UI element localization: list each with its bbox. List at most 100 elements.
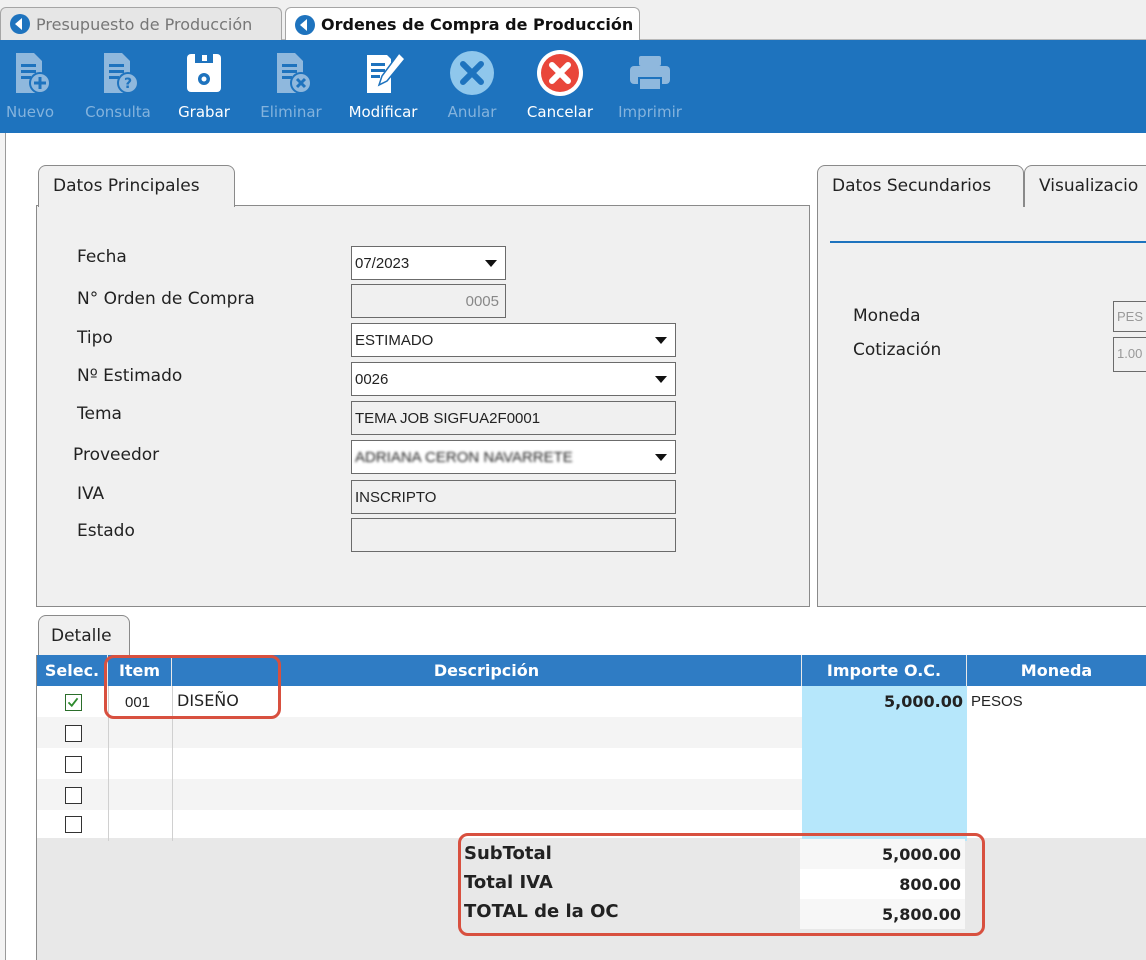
modificar-edit-icon <box>367 51 407 93</box>
chevron-down-icon <box>655 454 667 461</box>
orden-compra-label: N° Orden de Compra <box>77 289 255 309</box>
importe-cell[interactable] <box>802 748 967 779</box>
estado-field[interactable] <box>351 518 676 552</box>
iva-label: IVA <box>77 484 105 504</box>
consulta-button[interactable]: ? Consulta <box>78 40 158 133</box>
tema-label: Tema <box>77 404 122 424</box>
tab-label: Presupuesto de Producción <box>36 14 253 34</box>
importe-cell[interactable]: 5,000.00 <box>802 686 967 717</box>
descripcion-cell[interactable] <box>172 748 802 779</box>
estado-label: Estado <box>77 521 135 541</box>
tab-datos-secundarios[interactable]: Datos Secundarios <box>817 165 1024 207</box>
cancelar-button[interactable]: Cancelar <box>518 40 602 133</box>
tab-label: Datos Secundarios <box>832 176 992 196</box>
moneda-cell[interactable] <box>967 717 1146 748</box>
estimado-label: Nº Estimado <box>77 366 183 386</box>
tipo-label: Tipo <box>77 328 113 348</box>
importe-cell[interactable] <box>802 717 967 748</box>
highlight-item-descripcion <box>104 655 281 719</box>
module-tab-icon <box>295 14 315 35</box>
cancelar-label: Cancelar <box>526 103 594 121</box>
moneda-cell[interactable]: PESOS <box>967 686 1146 717</box>
estimado-value: 0026 <box>355 371 389 388</box>
modificar-label: Modificar <box>348 103 418 121</box>
anular-x-icon <box>450 51 494 95</box>
moneda-cell[interactable] <box>967 779 1146 810</box>
highlight-totals <box>458 833 985 936</box>
col-header-selec[interactable]: Selec. <box>37 655 108 686</box>
item-cell[interactable] <box>108 779 172 810</box>
fecha-dropdown[interactable]: 07/2023 <box>351 246 506 280</box>
item-cell[interactable] <box>108 717 172 748</box>
chevron-down-icon <box>655 337 667 344</box>
imprimir-button[interactable]: Imprimir <box>612 40 688 133</box>
datos-secundarios-panel <box>817 205 1146 607</box>
tab-detalle[interactable]: Detalle <box>38 615 130 657</box>
section-divider <box>830 241 1146 243</box>
modificar-button[interactable]: Modificar <box>340 40 426 133</box>
imprimir-label: Imprimir <box>618 103 682 121</box>
tab-label: Visualizacio <box>1039 176 1139 196</box>
chevron-down-icon <box>655 376 667 383</box>
col-header-moneda[interactable]: Moneda <box>967 655 1146 686</box>
fecha-label: Fecha <box>77 247 127 267</box>
cancelar-x-icon <box>537 50 583 96</box>
tab-ordenes-compra-produccion[interactable]: Ordenes de Compra de Producción <box>285 7 640 41</box>
eliminar-button[interactable]: Eliminar <box>255 40 327 133</box>
anular-label: Anular <box>447 103 497 121</box>
cotizacion-field[interactable]: 1.00 <box>1113 337 1146 372</box>
chevron-down-icon <box>485 260 497 267</box>
document-tab-strip: Presupuesto de Producción Ordenes de Com… <box>0 0 1146 41</box>
proveedor-value: ADRIANA CERON NAVARRETE <box>355 449 573 466</box>
proveedor-label: Proveedor <box>73 445 160 465</box>
moneda-cell[interactable] <box>967 810 1146 841</box>
moneda-label: Moneda <box>853 306 921 326</box>
consulta-doc-icon: ? <box>104 53 139 94</box>
moneda-cell[interactable] <box>967 748 1146 779</box>
left-side-strip <box>0 133 6 960</box>
nuevo-label: Nuevo <box>5 103 54 121</box>
eliminar-label: Eliminar <box>260 103 322 121</box>
module-tab-icon <box>10 14 30 34</box>
consulta-label: Consulta <box>85 103 151 121</box>
tipo-dropdown[interactable]: ESTIMADO <box>351 323 676 357</box>
nuevo-doc-icon <box>16 53 51 94</box>
fecha-value: 07/2023 <box>355 255 410 272</box>
table-row[interactable] <box>37 779 1146 810</box>
row-select-checkbox[interactable] <box>65 756 82 773</box>
item-cell[interactable] <box>108 748 172 779</box>
tab-label: Detalle <box>51 626 112 646</box>
check-icon <box>67 697 79 708</box>
orden-compra-field[interactable]: 0005 <box>351 284 506 318</box>
imprimir-printer-icon <box>630 56 670 91</box>
row-select-checkbox[interactable] <box>65 787 82 804</box>
estimado-dropdown[interactable]: 0026 <box>351 362 676 396</box>
proveedor-dropdown[interactable]: ADRIANA CERON NAVARRETE <box>351 440 676 474</box>
svg-text:?: ? <box>124 76 132 92</box>
row-select-checkbox[interactable] <box>65 694 82 711</box>
descripcion-cell[interactable] <box>172 779 802 810</box>
descripcion-cell[interactable] <box>172 717 802 748</box>
toolbar: Nuevo ? Consulta Grabar Eliminar Modific… <box>0 40 1146 133</box>
table-row[interactable] <box>37 748 1146 779</box>
tab-presupuesto-produccion[interactable]: Presupuesto de Producción <box>0 7 282 40</box>
cotizacion-label: Cotización <box>853 340 942 360</box>
moneda-field[interactable]: PES <box>1113 301 1146 332</box>
nuevo-button[interactable]: Nuevo <box>0 40 60 133</box>
grabar-button[interactable]: Grabar <box>168 40 240 133</box>
grabar-label: Grabar <box>178 103 230 121</box>
anular-button[interactable]: Anular <box>440 40 504 133</box>
eliminar-doc-icon <box>277 53 312 94</box>
grabar-save-icon <box>187 54 221 92</box>
tab-label: Ordenes de Compra de Producción <box>321 15 634 34</box>
tema-field[interactable]: TEMA JOB SIGFUA2F0001 <box>351 401 676 435</box>
row-select-checkbox[interactable] <box>65 816 82 833</box>
iva-field[interactable]: INSCRIPTO <box>351 480 676 514</box>
importe-cell[interactable] <box>802 779 967 810</box>
table-row[interactable] <box>37 717 1146 748</box>
tab-visualizacion[interactable]: Visualizacio <box>1024 165 1146 207</box>
row-select-checkbox[interactable] <box>65 725 82 742</box>
col-header-importe[interactable]: Importe O.C. <box>802 655 967 686</box>
tab-datos-principales[interactable]: Datos Principales <box>38 165 235 207</box>
item-cell[interactable] <box>108 810 172 841</box>
